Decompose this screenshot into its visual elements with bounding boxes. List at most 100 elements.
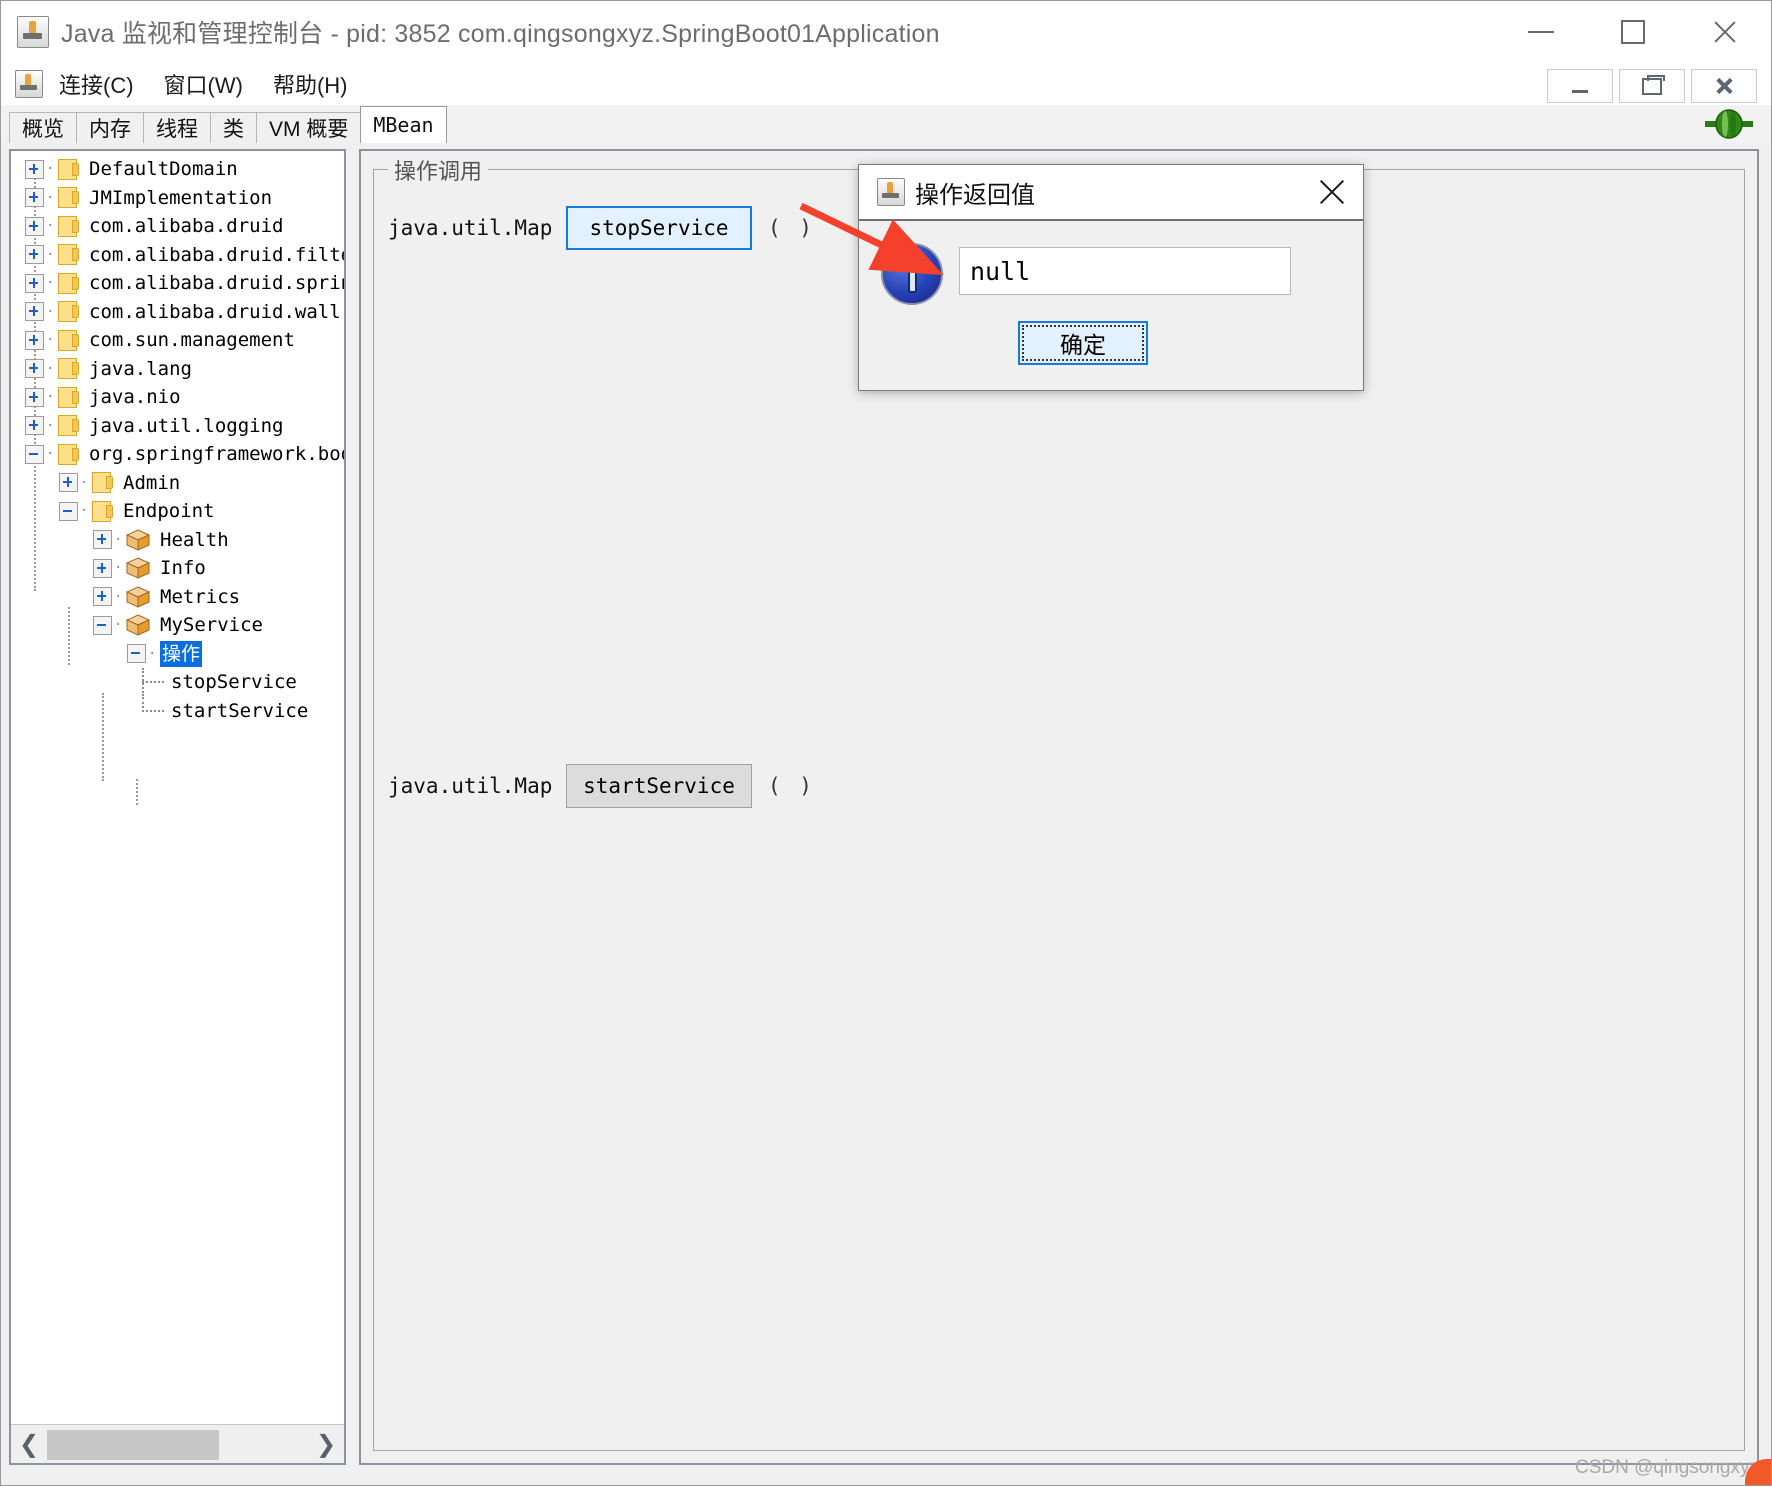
tree-node-info[interactable]: ··· Info xyxy=(11,554,344,583)
menu-item-window[interactable]: 窗口(W) xyxy=(162,66,245,102)
close-button[interactable] xyxy=(1679,1,1771,63)
close-icon xyxy=(1712,19,1738,45)
tree-node-stopservice[interactable]: stopService xyxy=(11,668,344,697)
operation-return-type: java.util.Map xyxy=(388,216,553,240)
scroll-left-arrow-icon[interactable]: ❮ xyxy=(11,1426,47,1462)
java-cup-icon xyxy=(17,16,49,48)
folder-icon xyxy=(58,244,80,266)
tree-node-label: Metrics xyxy=(160,585,241,608)
maximize-button[interactable] xyxy=(1587,1,1679,63)
stopservice-button[interactable]: stopService xyxy=(566,206,752,250)
scroll-right-arrow-icon[interactable]: ❯ xyxy=(308,1426,344,1462)
tree-node-myservice[interactable]: ··· MyService xyxy=(11,611,344,640)
inner-close-button[interactable] xyxy=(1691,69,1757,103)
tree-node-label: startService xyxy=(171,699,309,722)
mbean-tree-scroll[interactable]: ··· DefaultDomain ··· JMImplementation ·… xyxy=(11,151,344,1423)
folder-icon xyxy=(58,358,80,380)
expand-toggle-icon[interactable] xyxy=(25,416,44,436)
return-value-field[interactable]: null xyxy=(959,247,1291,295)
menu-item-connect[interactable]: 连接(C) xyxy=(57,66,136,102)
tree-connector xyxy=(139,668,169,697)
operation-parameters: ( ) xyxy=(768,774,815,798)
tree-node-defaultdomain[interactable]: ··· DefaultDomain xyxy=(11,155,344,184)
tree-node-startservice[interactable]: startService xyxy=(11,696,344,726)
inner-restore-button[interactable] xyxy=(1619,69,1685,103)
expand-toggle-icon[interactable] xyxy=(25,330,44,350)
tree-node-label: com.alibaba.druid xyxy=(89,215,284,238)
expand-toggle-icon[interactable] xyxy=(59,473,78,493)
collapse-toggle-icon[interactable] xyxy=(59,501,78,521)
tree-node-endpoint[interactable]: ··· Endpoint xyxy=(11,497,344,526)
tree-guide-line xyxy=(68,607,70,665)
tree-node-java-nio[interactable]: ··· java.nio xyxy=(11,383,344,412)
collapse-toggle-icon[interactable] xyxy=(93,615,112,635)
tree-connector: ··· xyxy=(46,446,58,463)
window-title: Java 监视和管理控制台 - pid: 3852 com.qingsongxy… xyxy=(61,20,940,48)
expand-toggle-icon[interactable] xyxy=(25,245,44,265)
mbean-icon xyxy=(126,529,151,551)
tree-node-com-alibaba-druid-spring[interactable]: ··· com.alibaba.druid.spring. xyxy=(11,269,344,298)
menu-item-help[interactable]: 帮助(H) xyxy=(271,66,350,102)
tree-node-metrics[interactable]: ··· Metrics xyxy=(11,583,344,612)
tab-memory[interactable]: 内存 xyxy=(76,112,144,143)
internal-frame-controls xyxy=(1547,69,1757,103)
expand-toggle-icon[interactable] xyxy=(93,530,112,550)
dialog-body: null 确定 xyxy=(859,221,1363,392)
inner-minimize-button[interactable] xyxy=(1547,69,1613,103)
group-title: 操作调用 xyxy=(388,154,489,186)
tree-node-com-alibaba-druid[interactable]: ··· com.alibaba.druid xyxy=(11,212,344,241)
expand-toggle-icon[interactable] xyxy=(25,188,44,208)
tab-overview[interactable]: 概览 xyxy=(9,112,77,143)
expand-toggle-icon[interactable] xyxy=(25,302,44,322)
tree-node-label: java.nio xyxy=(89,386,181,409)
tree-node-com-alibaba-druid-filter[interactable]: ··· com.alibaba.druid.filter. xyxy=(11,241,344,270)
folder-icon xyxy=(92,500,114,522)
tree-connector: ··· xyxy=(80,503,92,520)
watermark: CSDN @qingsongxyz xyxy=(1574,1457,1759,1478)
tab-threads[interactable]: 线程 xyxy=(143,112,211,143)
tree-guide-line xyxy=(136,779,138,805)
expand-toggle-icon[interactable] xyxy=(25,216,44,236)
collapse-toggle-icon[interactable] xyxy=(127,644,146,664)
tree-node-java-lang[interactable]: ··· java.lang xyxy=(11,355,344,384)
expand-toggle-icon[interactable] xyxy=(25,273,44,293)
tree-node-com-alibaba-druid-wall[interactable]: ··· com.alibaba.druid.wall xyxy=(11,298,344,327)
tree-node-admin[interactable]: ··· Admin xyxy=(11,469,344,498)
tree-node-com-sun-management[interactable]: ··· com.sun.management xyxy=(11,326,344,355)
scrollbar-thumb[interactable] xyxy=(47,1430,219,1460)
expand-toggle-icon[interactable] xyxy=(25,359,44,379)
tab-mbean[interactable]: MBean xyxy=(360,106,447,143)
dialog-close-icon[interactable] xyxy=(1317,177,1347,207)
scrollbar-track[interactable] xyxy=(47,1426,308,1462)
tree-connector: ··· xyxy=(114,588,126,605)
expand-toggle-icon[interactable] xyxy=(93,587,112,607)
inner-restore-icon xyxy=(1642,74,1665,95)
tree-node-label: com.sun.management xyxy=(89,329,295,352)
tab-classes[interactable]: 类 xyxy=(210,112,257,143)
java-cup-icon-small xyxy=(15,70,43,98)
collapse-toggle-icon[interactable] xyxy=(25,444,44,464)
expand-toggle-icon[interactable] xyxy=(93,558,112,578)
dialog-title: 操作返回值 xyxy=(915,181,1035,209)
tab-vm-summary[interactable]: VM 概要 xyxy=(256,112,362,143)
expand-toggle-icon[interactable] xyxy=(25,387,44,407)
mbean-icon xyxy=(126,586,151,608)
startservice-button[interactable]: startService xyxy=(566,764,752,808)
tree-node-health[interactable]: ··· Health xyxy=(11,526,344,555)
minimize-button[interactable] xyxy=(1495,1,1587,63)
inner-minimize-icon xyxy=(1572,89,1588,93)
dialog-ok-button[interactable]: 确定 xyxy=(1018,321,1148,365)
tree-connector: ··· xyxy=(46,417,58,434)
tree-connector: ··· xyxy=(46,246,58,263)
tree-horizontal-scrollbar[interactable]: ❮ ❯ xyxy=(11,1424,344,1463)
tree-node-org-springframework-boot[interactable]: ··· org.springframework.boot xyxy=(11,440,344,469)
minimize-icon xyxy=(1528,31,1554,33)
dialog-ok-label: 确定 xyxy=(1022,325,1144,361)
tree-connector: ··· xyxy=(114,617,126,634)
tree-node-jmimplementation[interactable]: ··· JMImplementation xyxy=(11,184,344,213)
tree-node-java-util-logging[interactable]: ··· java.util.logging xyxy=(11,412,344,441)
tree-node-operations[interactable]: ··· 操作 xyxy=(11,640,344,669)
folder-icon xyxy=(58,386,80,408)
expand-toggle-icon[interactable] xyxy=(25,159,44,179)
tree-node-label: Info xyxy=(160,557,206,580)
